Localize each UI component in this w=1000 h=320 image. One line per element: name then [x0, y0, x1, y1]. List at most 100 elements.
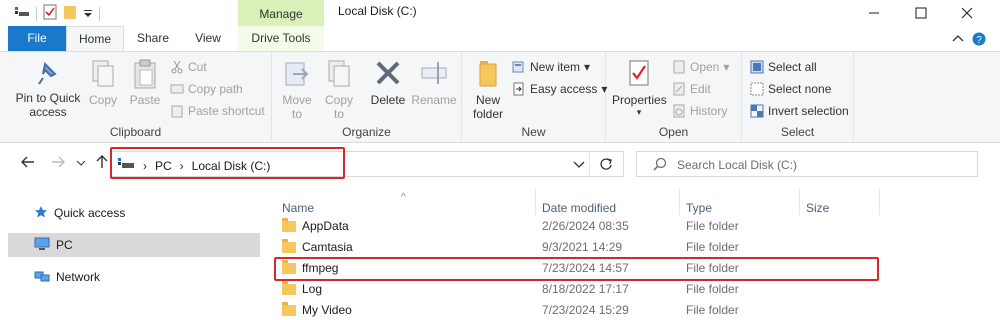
list-item[interactable]: My Video 7/23/2024 15:29 File folder [274, 300, 878, 320]
properties-button[interactable]: Properties ▾ [612, 58, 667, 118]
forward-button[interactable] [50, 154, 66, 173]
collapse-ribbon-icon[interactable] [952, 32, 964, 46]
new-group: New folder New item ▾ Easy access ▾ New [462, 52, 607, 143]
delete-label: Delete [370, 93, 406, 107]
nav-item-label: Quick access [54, 206, 126, 220]
column-header-date[interactable]: Date modified [536, 189, 680, 215]
column-header-type[interactable]: Type [680, 189, 800, 215]
file-name: My Video [302, 303, 352, 317]
recent-locations-button[interactable] [76, 157, 86, 171]
column-header-name[interactable]: ^ Name [274, 189, 536, 215]
nav-item-quick-access[interactable]: Quick access [8, 201, 260, 225]
address-history-button[interactable] [573, 159, 585, 173]
close-button[interactable] [944, 0, 990, 26]
tab-home[interactable]: Home [66, 26, 124, 52]
easy-access-icon [513, 82, 524, 96]
network-icon [34, 269, 50, 286]
rename-button[interactable]: Rename [410, 58, 458, 107]
search-placeholder: Search Local Disk (C:) [677, 158, 798, 172]
folder-icon [282, 238, 296, 253]
file-name: Log [302, 282, 323, 296]
list-item[interactable]: Log 8/18/2022 17:17 File folder [274, 279, 878, 300]
column-header-size[interactable]: Size [800, 189, 880, 215]
select-none-icon [750, 82, 764, 96]
list-item[interactable]: AppData 2/26/2024 08:35 File folder [274, 216, 878, 237]
invert-selection-label: Invert selection [768, 104, 849, 118]
list-item[interactable]: Camtasia 9/3/2021 14:29 File folder [274, 237, 878, 258]
select-all-button[interactable]: Select all [750, 60, 817, 74]
edit-button[interactable]: Edit [672, 82, 711, 96]
easy-access-label: Easy access [530, 82, 598, 96]
delete-x-icon [376, 61, 400, 85]
computer-icon [34, 237, 50, 254]
search-input[interactable]: Search Local Disk (C:) [636, 151, 978, 177]
sort-ascending-icon: ^ [401, 192, 406, 203]
properties-label: Properties [612, 93, 667, 107]
new-folder-button[interactable]: New folder [468, 58, 508, 121]
rename-icon [421, 62, 447, 84]
new-folder-icon [479, 61, 497, 87]
move-to-button[interactable]: Move to [280, 58, 314, 121]
chevron-down-icon: ▾ [584, 60, 591, 74]
help-icon[interactable]: ? [972, 32, 986, 49]
history-button[interactable]: History [672, 104, 727, 118]
customize-qat-icon[interactable] [83, 7, 93, 21]
window-title: Local Disk (C:) [338, 4, 417, 18]
maximize-button[interactable] [898, 0, 944, 26]
new-item-button[interactable]: New item ▾ [512, 60, 590, 74]
history-icon [673, 104, 685, 118]
select-all-label: Select all [768, 60, 817, 74]
select-none-button[interactable]: Select none [750, 82, 831, 96]
paste-label: Paste [129, 93, 161, 107]
manage-contextual-tab[interactable]: Manage [238, 0, 324, 26]
nav-item-network[interactable]: Network [8, 265, 260, 289]
delete-button[interactable]: Delete [368, 58, 408, 107]
refresh-icon [600, 158, 612, 170]
paste-shortcut-button[interactable]: Paste shortcut [170, 104, 265, 118]
up-button[interactable] [94, 154, 110, 173]
properties-icon [629, 60, 649, 86]
open-group: Properties ▾ Open ▾ Edit History Open [606, 52, 742, 143]
new-item-icon [512, 61, 524, 73]
back-button[interactable] [20, 154, 36, 173]
minimize-button[interactable] [851, 0, 897, 26]
folder-icon [282, 301, 296, 316]
copy-path-button[interactable]: Copy path [170, 82, 243, 96]
navigation-pane: Quick access PC Network [0, 181, 270, 320]
file-type: File folder [686, 303, 739, 317]
nav-item-pc[interactable]: PC [8, 233, 260, 257]
invert-selection-button[interactable]: Invert selection [750, 104, 849, 118]
copy-button[interactable]: Copy [86, 58, 120, 107]
tab-view[interactable]: View [180, 26, 236, 51]
copy-to-button[interactable]: Copy to [322, 58, 356, 121]
cut-label: Cut [188, 60, 207, 74]
copy-path-label: Copy path [188, 82, 243, 96]
refresh-button[interactable] [599, 157, 613, 174]
file-name: AppData [302, 219, 349, 233]
easy-access-button[interactable]: Easy access ▾ [512, 82, 607, 96]
edit-label: Edit [690, 82, 711, 96]
pin-to-quick-access-button[interactable]: Pin to Quick access [12, 58, 84, 119]
pin-label-line2: access [29, 105, 67, 119]
file-date: 8/18/2022 17:17 [542, 282, 629, 296]
scissors-icon [171, 60, 183, 74]
search-icon [653, 157, 667, 174]
new-group-label: New [521, 125, 546, 139]
chevron-down-icon: ▾ [636, 107, 642, 117]
edit-icon [673, 82, 685, 96]
tab-file[interactable]: File [8, 26, 66, 51]
cut-button[interactable]: Cut [170, 60, 207, 74]
address-row: › PC › Local Disk (C:) Search Local Disk… [0, 143, 1000, 181]
tab-share[interactable]: Share [126, 26, 180, 51]
open-button[interactable]: Open ▾ [672, 60, 729, 74]
clipboard-group: Pin to Quick access Copy Paste Cut Copy … [0, 52, 272, 143]
paste-button[interactable]: Paste [126, 58, 164, 107]
invert-selection-icon [750, 104, 764, 118]
select-all-icon [750, 60, 764, 74]
open-label: Open [690, 60, 720, 74]
new-folder-qat-icon[interactable] [63, 4, 77, 23]
select-none-label: Select none [768, 82, 832, 96]
tab-drive-tools[interactable]: Drive Tools [238, 26, 324, 51]
ribbon-tabs: File Home Share View Drive Tools ? [0, 26, 1000, 52]
properties-qat-icon[interactable] [43, 4, 57, 23]
